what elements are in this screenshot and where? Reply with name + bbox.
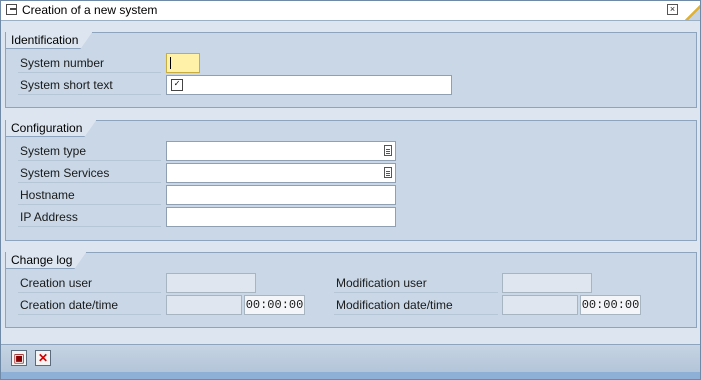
system-type-field[interactable]	[166, 141, 396, 161]
close-icon[interactable]: ×	[667, 4, 678, 15]
change-log-group: Change log Creation user Creation date/t…	[5, 252, 697, 328]
system-services-label: System Services	[18, 163, 161, 183]
system-number-field[interactable]	[166, 53, 200, 73]
modification-user-label: Modification user	[334, 273, 498, 293]
system-services-field[interactable]	[166, 163, 396, 183]
creation-date-field	[166, 295, 242, 315]
creation-time-field: 00:00:00	[244, 295, 305, 315]
ip-address-field[interactable]	[166, 207, 396, 227]
modification-datetime-label: Modification date/time	[334, 295, 498, 315]
window-title: Creation of a new system	[22, 3, 158, 17]
value-help-icon[interactable]	[384, 145, 392, 156]
identification-group: Identification System number System shor…	[5, 32, 697, 108]
footer-toolbar: ▣ ✕	[1, 344, 700, 372]
modification-user-field	[502, 273, 592, 293]
dialog-window: Creation of a new system × Identificatio…	[0, 0, 701, 380]
system-short-text-field[interactable]: ✓	[166, 75, 452, 95]
save-icon[interactable]: ▣	[11, 350, 27, 366]
creation-user-field	[166, 273, 256, 293]
modification-date-field	[502, 295, 578, 315]
system-number-label: System number	[18, 53, 161, 73]
system-short-text-label: System short text	[18, 75, 161, 95]
hostname-label: Hostname	[18, 185, 161, 205]
cancel-icon[interactable]: ✕	[35, 350, 51, 366]
system-type-label: System type	[18, 141, 161, 161]
ip-address-label: IP Address	[18, 207, 161, 227]
identification-group-title: Identification	[6, 32, 92, 49]
creation-user-label: Creation user	[18, 273, 161, 293]
value-help-icon[interactable]	[384, 167, 392, 178]
text-cursor	[170, 57, 171, 69]
hostname-field[interactable]	[166, 185, 396, 205]
modification-time-field: 00:00:00	[580, 295, 641, 315]
checkbox-icon[interactable]: ✓	[171, 79, 183, 91]
title-bar: Creation of a new system ×	[1, 1, 700, 21]
creation-datetime-label: Creation date/time	[18, 295, 161, 315]
change-log-group-title: Change log	[6, 252, 86, 269]
window-icon	[6, 4, 17, 15]
configuration-group: Configuration System type System Service…	[5, 120, 697, 241]
configuration-group-title: Configuration	[6, 120, 96, 137]
title-bar-accent	[685, 1, 700, 20]
bottom-strip	[1, 372, 700, 379]
